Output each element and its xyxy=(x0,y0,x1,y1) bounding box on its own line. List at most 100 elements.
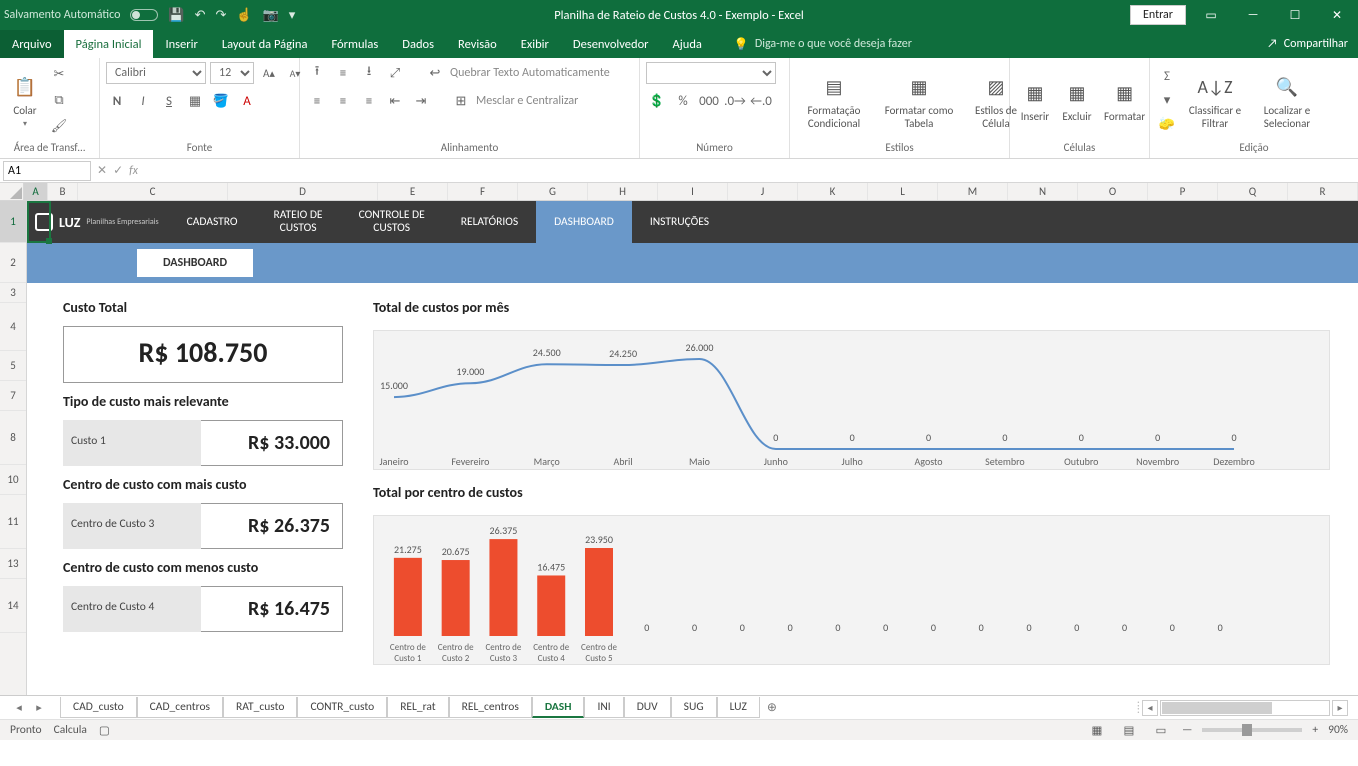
row-header[interactable]: 4 xyxy=(0,303,26,351)
column-header[interactable]: L xyxy=(868,183,938,200)
font-size-combo[interactable]: 12 xyxy=(210,62,254,84)
page-layout-view-icon[interactable]: ▤ xyxy=(1118,723,1140,738)
dashboard-subtab[interactable]: DASHBOARD xyxy=(137,249,253,277)
navitem-rateio-de-custos[interactable]: RATEIO DECUSTOS xyxy=(256,201,341,243)
navitem-instruções[interactable]: INSTRUÇÕES xyxy=(632,201,727,243)
minimize-icon[interactable]: — xyxy=(1236,8,1270,22)
sheet-tab-CONTR_custo[interactable]: CONTR_custo xyxy=(297,697,387,718)
thousand-icon[interactable]: 000 xyxy=(698,90,720,112)
sheet-tab-CAD_custo[interactable]: CAD_custo xyxy=(60,697,137,718)
column-header[interactable]: J xyxy=(728,183,798,200)
camera-icon[interactable]: 📷 xyxy=(263,8,279,23)
row-header[interactable]: 7 xyxy=(0,381,26,411)
sheet-tab-RAT_custo[interactable]: RAT_custo xyxy=(223,697,297,718)
fx-icon[interactable]: fx xyxy=(129,164,138,178)
touch-icon[interactable]: ☝ xyxy=(236,8,252,23)
paste-button[interactable]: 📋 Colar▾ xyxy=(6,72,44,129)
first-sheet-icon[interactable]: ◂ xyxy=(10,701,28,714)
column-header[interactable]: I xyxy=(658,183,728,200)
autosave-toggle[interactable] xyxy=(130,9,158,21)
enter-formula-icon[interactable]: ✓ xyxy=(113,163,123,178)
cancel-formula-icon[interactable]: ✕ xyxy=(97,163,107,178)
copy-icon[interactable]: ⧉ xyxy=(48,90,70,112)
hscroll-left[interactable]: ◂ xyxy=(1142,700,1158,716)
cut-icon[interactable]: ✂ xyxy=(48,64,70,86)
align-middle-icon[interactable]: ≡ xyxy=(332,62,354,84)
column-header[interactable]: O xyxy=(1078,183,1148,200)
row-header[interactable]: 3 xyxy=(0,283,26,303)
zoom-level[interactable]: 90% xyxy=(1328,723,1348,737)
navitem-dashboard[interactable]: DASHBOARD xyxy=(536,201,632,243)
formula-input[interactable] xyxy=(144,161,1355,181)
row-header[interactable]: 14 xyxy=(0,579,26,633)
redo-icon[interactable]: ↷ xyxy=(215,8,226,23)
select-all-corner[interactable] xyxy=(0,183,24,200)
normal-view-icon[interactable]: ▦ xyxy=(1086,723,1108,738)
cell-area[interactable]: LUZ Planilhas Empresariais CADASTRORATEI… xyxy=(27,201,1358,695)
column-header[interactable]: M xyxy=(938,183,1008,200)
macro-record-icon[interactable]: ▢ xyxy=(99,723,110,738)
column-header[interactable]: K xyxy=(798,183,868,200)
increase-decimal-icon[interactable]: .0→ xyxy=(724,90,746,112)
share-button[interactable]: ↗Compartilhar xyxy=(1257,30,1358,58)
sheet-tab-DASH[interactable]: DASH xyxy=(532,697,585,718)
column-header[interactable]: E xyxy=(378,183,448,200)
sheet-tab-REL_rat[interactable]: REL_rat xyxy=(387,697,448,718)
conditional-formatting-button[interactable]: ▤Formatação Condicional xyxy=(796,72,872,130)
tab-home[interactable]: Página Inicial xyxy=(64,30,154,58)
tab-file[interactable]: Arquivo xyxy=(0,30,64,58)
column-header[interactable]: G xyxy=(518,183,588,200)
find-select-button[interactable]: 🔍Localizar e Selecionar xyxy=(1252,72,1322,130)
bold-icon[interactable]: N xyxy=(106,90,128,112)
navitem-cadastro[interactable]: CADASTRO xyxy=(169,201,256,243)
clear-icon[interactable]: 🧽 xyxy=(1156,114,1178,136)
name-box[interactable] xyxy=(3,161,91,181)
navitem-controle-de-custos[interactable]: CONTROLE DECUSTOS xyxy=(341,201,443,243)
hscroll-track[interactable] xyxy=(1160,700,1330,716)
tab-layout[interactable]: Layout da Página xyxy=(210,30,320,58)
tab-data[interactable]: Dados xyxy=(390,30,446,58)
hscroll-right[interactable]: ▸ xyxy=(1332,700,1348,716)
borders-icon[interactable]: ▦ xyxy=(184,90,206,112)
align-bottom-icon[interactable]: ⭳ xyxy=(358,62,380,84)
column-header[interactable]: Q xyxy=(1218,183,1288,200)
fill-color-icon[interactable]: 🪣 xyxy=(210,90,232,112)
column-header[interactable]: C xyxy=(78,183,228,200)
close-icon[interactable]: ✕ xyxy=(1320,8,1354,23)
zoom-in-icon[interactable]: + xyxy=(1312,723,1318,737)
align-center-icon[interactable]: ≡ xyxy=(332,90,354,112)
decrease-decimal-icon[interactable]: ←.0 xyxy=(750,90,772,112)
wrap-text-button[interactable]: Quebrar Texto Automaticamente xyxy=(450,66,610,80)
maximize-icon[interactable]: ☐ xyxy=(1278,8,1312,23)
row-header[interactable]: 1 xyxy=(0,201,26,243)
tab-view[interactable]: Exibir xyxy=(509,30,561,58)
format-painter-icon[interactable]: 🖌 xyxy=(48,116,70,138)
tab-formulas[interactable]: Fórmulas xyxy=(319,30,390,58)
orientation-icon[interactable]: ⤢ xyxy=(384,62,406,84)
row-header[interactable]: 2 xyxy=(0,243,26,283)
row-header[interactable]: 10 xyxy=(0,465,26,495)
zoom-out-icon[interactable]: — xyxy=(1182,723,1192,737)
signin-button[interactable]: Entrar xyxy=(1130,5,1186,25)
row-header[interactable]: 13 xyxy=(0,549,26,579)
tell-me[interactable]: 💡Diga-me o que você deseja fazer xyxy=(734,30,912,58)
italic-icon[interactable]: I xyxy=(132,90,154,112)
tab-review[interactable]: Revisão xyxy=(446,30,509,58)
delete-cells-button[interactable]: ▦Excluir xyxy=(1058,78,1096,123)
column-header[interactable]: B xyxy=(48,183,78,200)
sheet-tab-INI[interactable]: INI xyxy=(584,697,623,718)
zoom-slider[interactable] xyxy=(1202,728,1302,732)
column-header[interactable]: N xyxy=(1008,183,1078,200)
percent-icon[interactable]: % xyxy=(672,90,694,112)
hscroll-thumb[interactable] xyxy=(1162,702,1272,714)
row-header[interactable]: 5 xyxy=(0,351,26,381)
sheet-tab-CAD_centros[interactable]: CAD_centros xyxy=(137,697,223,718)
decrease-indent-icon[interactable]: ⇤ xyxy=(384,90,406,112)
align-right-icon[interactable]: ≡ xyxy=(358,90,380,112)
sheet-tab-REL_centros[interactable]: REL_centros xyxy=(449,697,532,718)
save-icon[interactable]: 💾 xyxy=(168,8,184,23)
column-header[interactable]: D xyxy=(228,183,378,200)
add-sheet-button[interactable]: ⊕ xyxy=(762,700,782,715)
increase-indent-icon[interactable]: ⇥ xyxy=(410,90,432,112)
align-left-icon[interactable]: ≡ xyxy=(306,90,328,112)
